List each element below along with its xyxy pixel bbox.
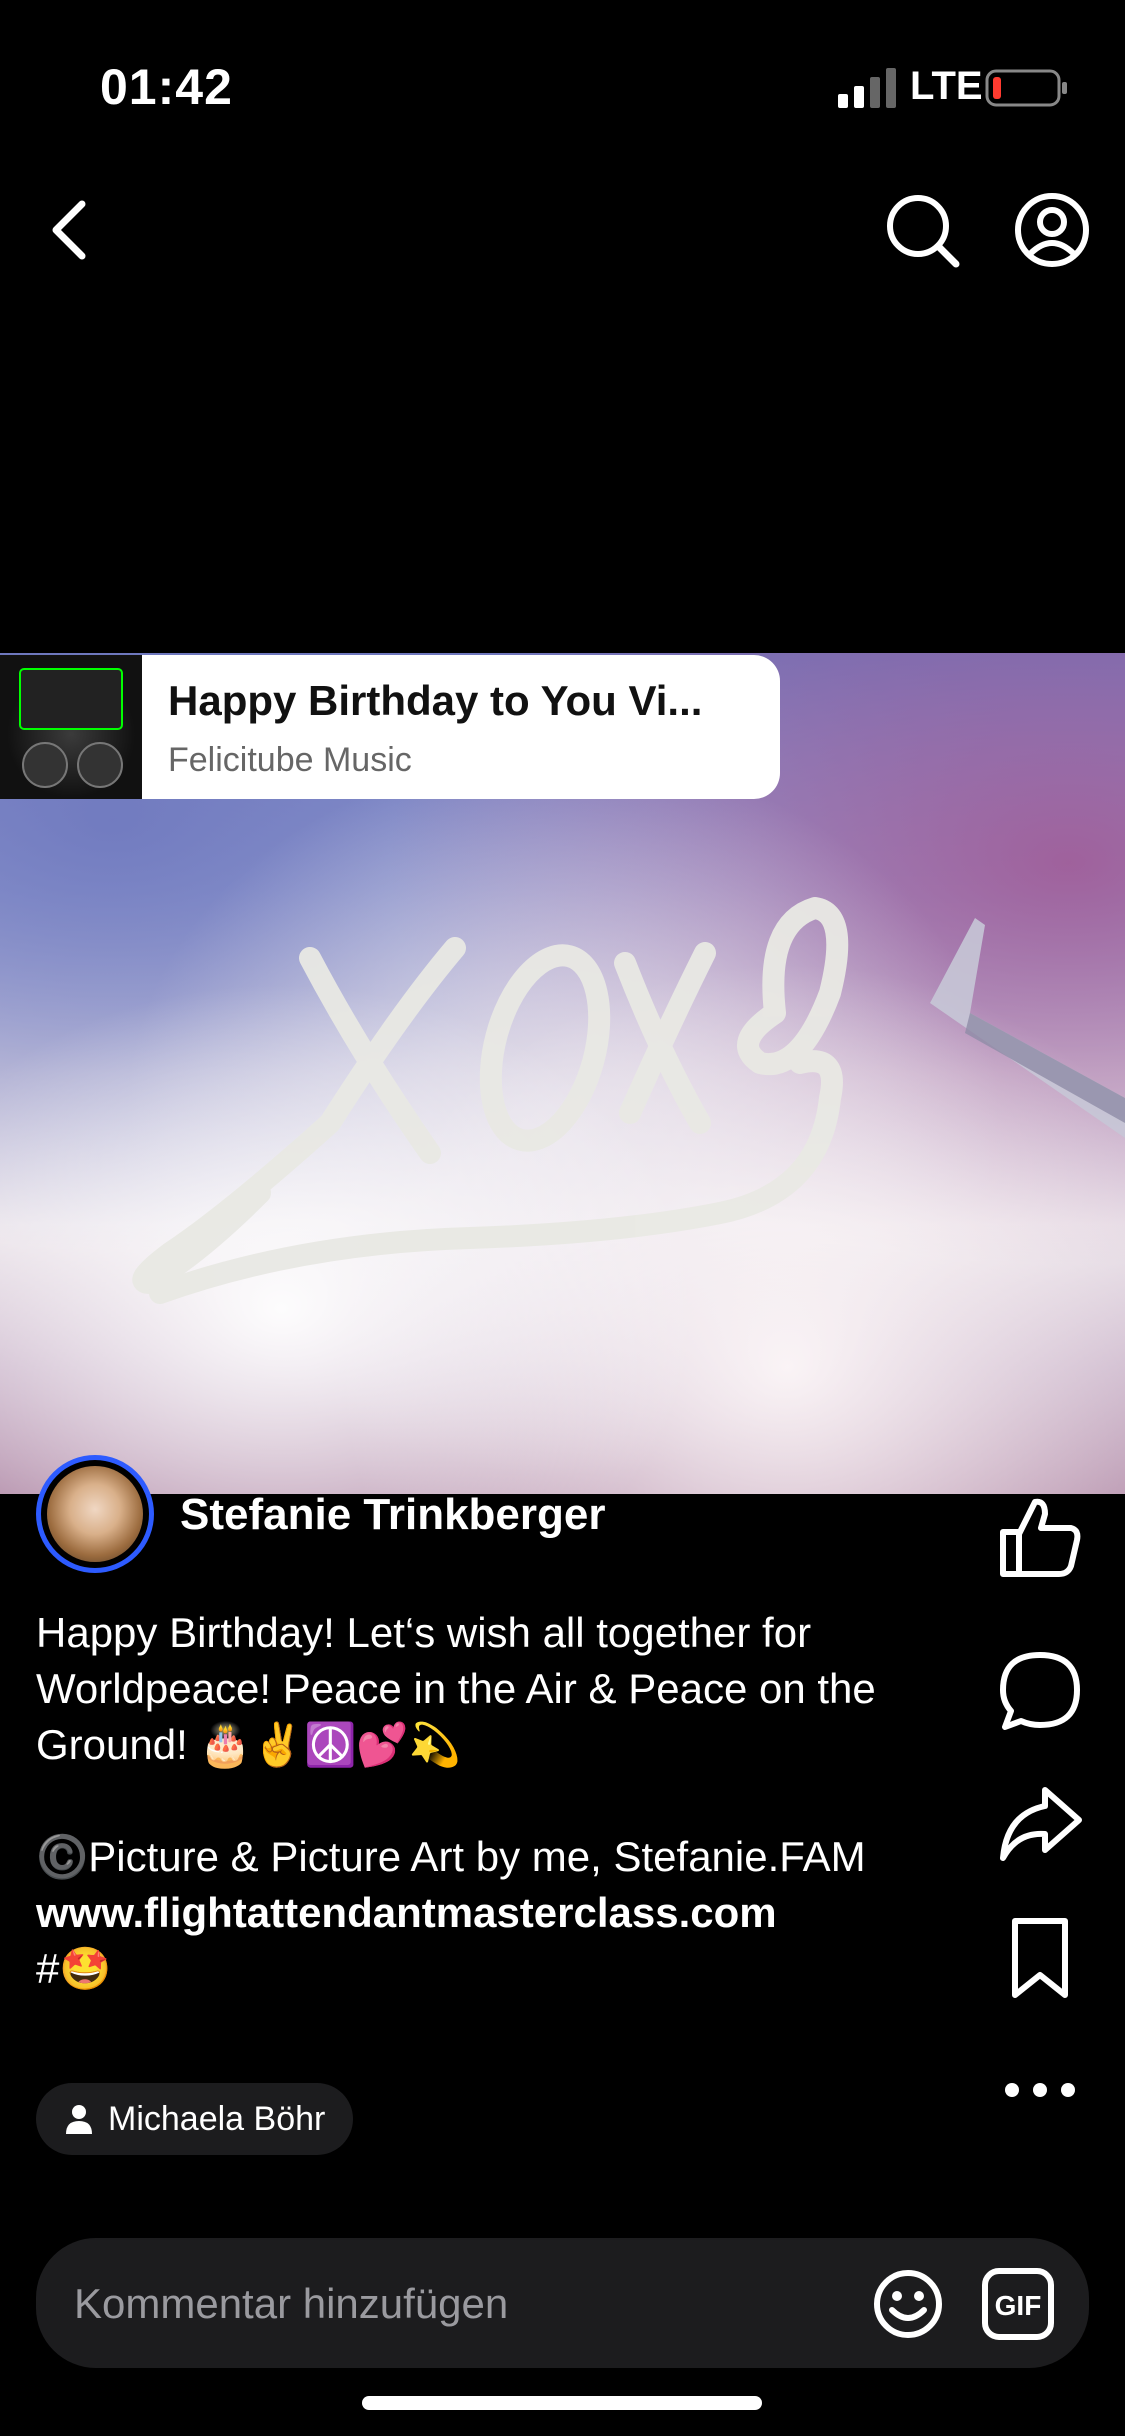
comment-bar: GIF <box>36 2238 1089 2370</box>
tagged-user-chip[interactable]: Michaela Böhr <box>36 2083 354 2155</box>
profile-button[interactable] <box>1010 188 1094 272</box>
signal-icon <box>838 68 896 108</box>
more-options-button[interactable] <box>995 2045 1085 2135</box>
album-art <box>0 655 142 799</box>
share-button[interactable] <box>995 1778 1085 1868</box>
gif-label: GIF <box>995 2290 1042 2321</box>
music-title: Happy Birthday to You Vi... <box>168 677 703 724</box>
post-caption: Happy Birthday! Let‘s wish all together … <box>36 1605 976 1997</box>
network-type: LTE <box>910 64 983 108</box>
music-artist: Felicitube Music <box>168 741 412 779</box>
caption-line: Happy Birthday! Let‘s wish all together … <box>36 1609 812 1656</box>
caption-credit: ©️Picture & Picture Art by me, Stefanie.… <box>36 1833 866 1880</box>
tagged-user-name: Michaela Böhr <box>108 2099 326 2138</box>
gif-button[interactable]: GIF <box>982 2268 1054 2340</box>
back-button[interactable] <box>40 190 100 270</box>
save-button[interactable] <box>995 1913 1085 2003</box>
like-button[interactable] <box>995 1492 1085 1582</box>
author-name[interactable]: Stefanie Trinkberger <box>180 1490 605 1540</box>
search-button[interactable] <box>880 188 964 272</box>
person-icon <box>66 2105 92 2134</box>
caption-hashtag[interactable]: #🤩 <box>36 1941 976 1997</box>
author-avatar[interactable] <box>36 1455 154 1573</box>
caption-link[interactable]: www.flightattendantmasterclass.com <box>36 1885 976 1941</box>
status-time: 01:42 <box>100 59 233 115</box>
home-indicator <box>362 2396 762 2410</box>
music-card[interactable]: Happy Birthday to You Vi... Felicitube M… <box>0 655 780 799</box>
comment-input[interactable] <box>72 2238 876 2370</box>
comment-button[interactable] <box>995 1645 1085 1735</box>
emoji-button[interactable] <box>872 2268 944 2340</box>
caption-line: Ground! 🎂✌️☮️💕💫 <box>36 1721 461 1768</box>
caption-line: Worldpeace! Peace in the Air & Peace on … <box>36 1665 876 1712</box>
battery-icon <box>985 69 1067 107</box>
